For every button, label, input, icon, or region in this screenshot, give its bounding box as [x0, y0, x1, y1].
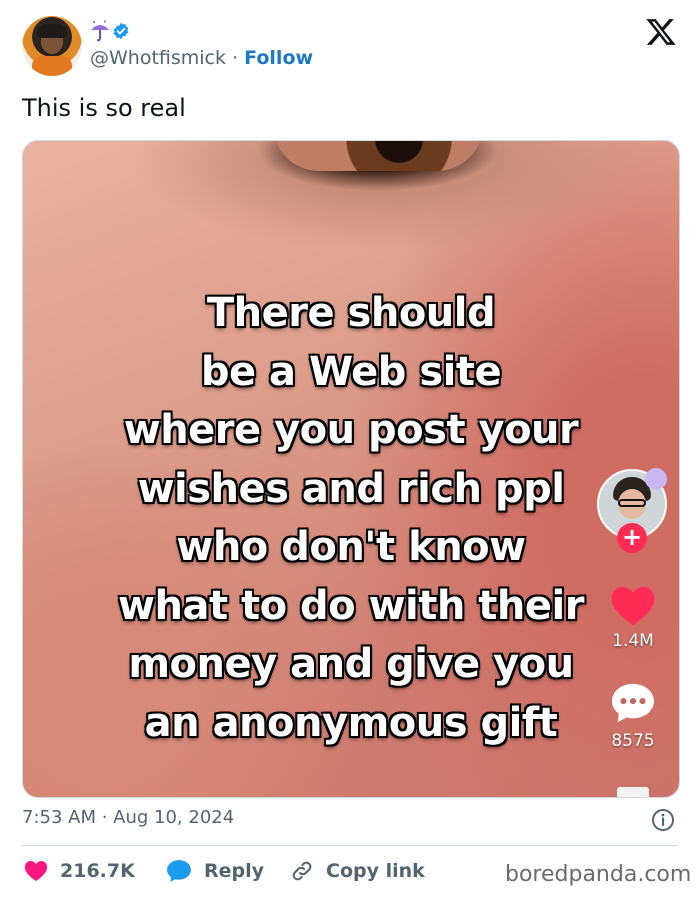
separator: ·	[232, 47, 239, 69]
video-overlay-text: There should be a Web site where you pos…	[23, 284, 679, 752]
copy-link-button[interactable]: Copy link	[290, 859, 425, 883]
x-logo-icon[interactable]	[645, 16, 677, 48]
creator-badge-icon	[645, 468, 667, 490]
author-avatar[interactable]	[22, 16, 82, 76]
watermark-logo: boredpanda.com	[505, 862, 692, 887]
comment-bubble-icon[interactable]	[610, 682, 656, 724]
overlay-line: an anonymous gift	[144, 699, 558, 746]
author-handle[interactable]: @Whotfismick	[90, 47, 226, 69]
video-background-eye	[273, 141, 483, 171]
like-count: 1.4M	[612, 631, 654, 651]
tweet-video[interactable]: There should be a Web site where you pos…	[22, 140, 680, 798]
overlay-line: what to do with their	[118, 582, 584, 629]
link-icon	[292, 861, 312, 881]
avatar-shirt	[32, 56, 72, 76]
reply-button[interactable]: Reply	[166, 859, 264, 883]
like-button[interactable]: 216.7K	[24, 860, 135, 882]
follow-button[interactable]: Follow	[244, 47, 313, 69]
creator-glasses	[618, 499, 646, 507]
copy-link-label: Copy link	[326, 860, 425, 882]
like-count: 216.7K	[60, 860, 135, 882]
tweet-text: This is so real	[22, 94, 186, 122]
overlay-line: wishes and rich ppl	[137, 465, 565, 512]
overlay-line: There should	[206, 290, 496, 336]
comment-count: 8575	[611, 731, 655, 751]
info-icon[interactable]	[651, 808, 675, 832]
tweet-timestamp[interactable]: 7:53 AM · Aug 10, 2024	[22, 807, 234, 828]
follow-plus-button[interactable]: +	[617, 523, 647, 553]
share-icon[interactable]	[617, 787, 649, 797]
heart-icon[interactable]	[609, 585, 657, 627]
heart-filled-icon	[24, 861, 48, 881]
overlay-line: where you post your	[123, 407, 579, 453]
umbrella-with-rain-icon	[91, 20, 109, 42]
overlay-line: be a Web site	[200, 348, 502, 395]
reply-bubble-icon	[167, 860, 191, 882]
overlay-line: who don't know	[176, 524, 526, 570]
divider	[22, 845, 678, 846]
avatar-hair	[37, 24, 67, 38]
author-handle-row: @Whotfismick · Follow	[90, 47, 313, 69]
overlay-line: money and give you	[128, 641, 574, 687]
reply-label: Reply	[204, 860, 265, 882]
verified-badge-icon	[113, 22, 129, 40]
